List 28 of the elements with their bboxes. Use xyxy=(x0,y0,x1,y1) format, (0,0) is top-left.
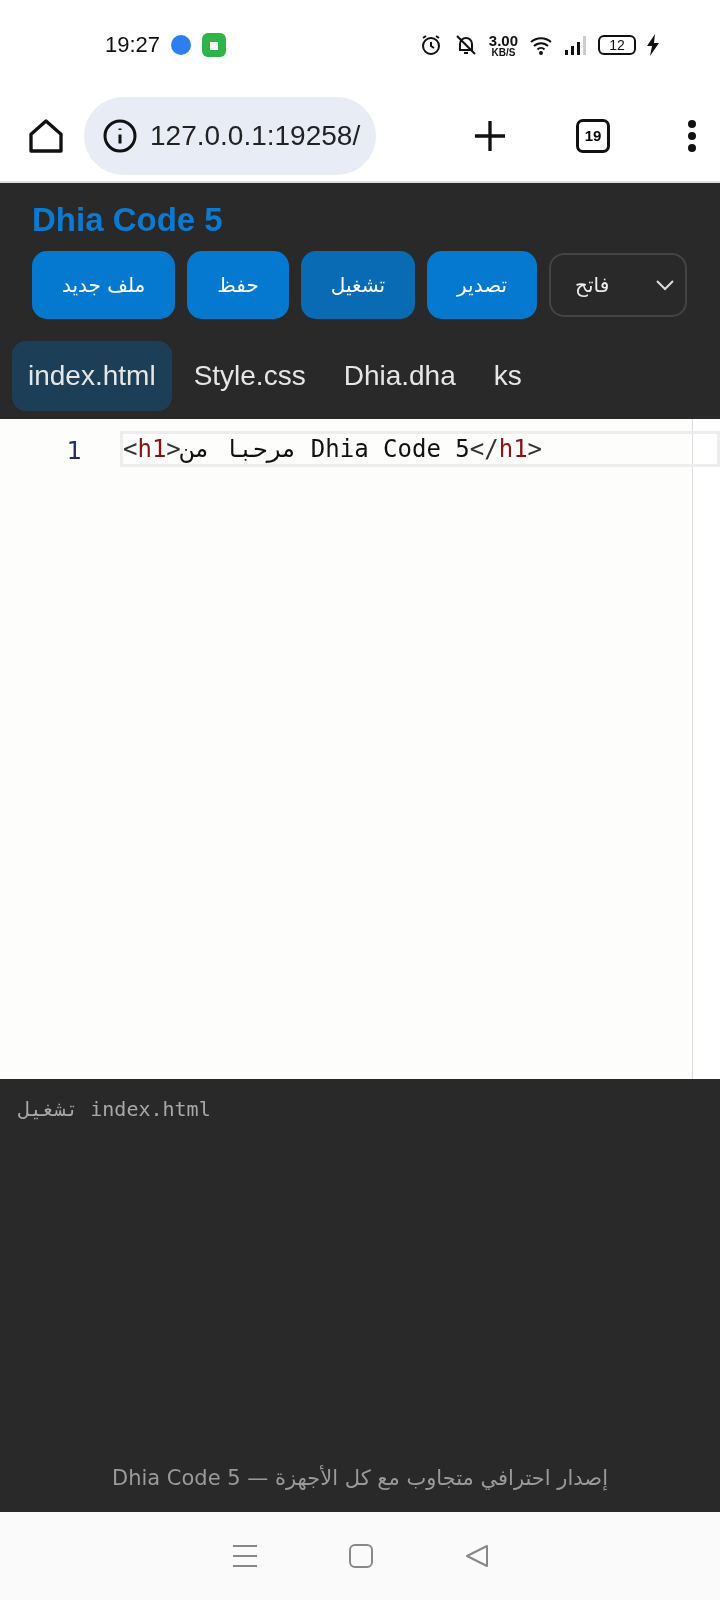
app-title: Dhia Code 5 xyxy=(31,200,224,240)
charging-icon xyxy=(646,34,660,56)
store-icon xyxy=(202,33,227,57)
signal-icon xyxy=(564,34,588,56)
address-bar[interactable]: 127.0.0.1:19258/ xyxy=(84,96,377,175)
speed-unit: KB/S xyxy=(491,47,516,58)
toolbar-button[interactable]: حفظ xyxy=(187,251,289,319)
app-icon xyxy=(170,34,193,56)
info-icon xyxy=(102,117,138,154)
menu-icon[interactable] xyxy=(686,118,698,153)
footer-text: إصدار احترافي متجاوب مع كل الأجهزة — Dhia Code 5 xyxy=(111,1466,609,1490)
file-tab[interactable]: Style.css xyxy=(177,341,322,411)
theme-select[interactable]: فاتح xyxy=(549,253,688,317)
status-time: 19:27 xyxy=(105,32,161,58)
home-button-icon[interactable] xyxy=(349,1544,373,1568)
tab-count-button[interactable]: 19 xyxy=(576,118,610,153)
back-icon[interactable] xyxy=(464,1544,489,1568)
file-tab[interactable]: ks xyxy=(477,341,538,411)
output-log: تشغيل index.html xyxy=(18,1097,212,1121)
file-tab[interactable]: index.html xyxy=(12,341,172,411)
toolbar-button[interactable]: تصدير xyxy=(427,251,538,319)
file-tab[interactable]: Dhia.dha xyxy=(327,341,472,411)
battery-indicator: 12 xyxy=(598,35,636,55)
line-number: 1 xyxy=(65,437,83,467)
chevron-down-icon xyxy=(655,279,676,291)
toolbar-button[interactable]: تشغيل xyxy=(300,251,416,319)
speed-value: 3.00 xyxy=(488,32,518,48)
toolbar-button[interactable]: ملف جديد xyxy=(32,251,176,319)
